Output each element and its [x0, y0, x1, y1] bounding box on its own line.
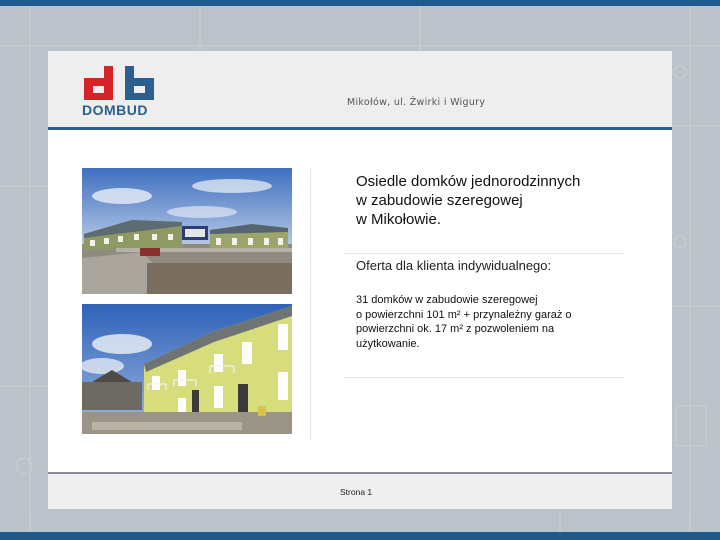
description-line: powierzchni ok. 17 m² z pozwoleniem na	[356, 323, 555, 335]
title-line: w Mikołowie.	[356, 211, 442, 228]
column-divider	[310, 168, 311, 440]
dombud-logo: DOMBUD	[80, 64, 160, 118]
photo-house-closeup	[82, 304, 292, 434]
description-line: o powierzchni 101 m² + przynależny garaż…	[356, 308, 572, 321]
description-line: 31 domków w zabudowie szeregowej	[356, 294, 538, 306]
offer-description: 31 domków w zabudowie szeregowej o powie…	[356, 293, 611, 351]
title-line: Osiedle domków jednorodzinnych	[356, 173, 581, 190]
photo-housing-estate-panorama	[82, 168, 292, 294]
bottom-accent-bar	[0, 532, 720, 540]
description-line: użytkowanie.	[356, 337, 420, 350]
header-location: Mikołów, ul. Żwirki i Wigury	[347, 97, 486, 108]
logo-text: DOMBUD	[82, 102, 148, 118]
header-band: DOMBUD Mikołów, ul. Żwirki i Wigury	[48, 51, 672, 127]
slide-page: DOMBUD Mikołów, ul. Żwirki i Wigury Osie…	[48, 51, 672, 509]
db-logo-icon	[84, 66, 154, 100]
offer-heading: Oferta dla klienta indywidualnego:	[356, 258, 552, 273]
estate-title: Osiedle domków jednorodzinnych w zabudow…	[356, 172, 656, 229]
title-line: w zabudowie szeregowej	[356, 192, 523, 209]
separator-line	[344, 377, 624, 378]
separator-line	[344, 253, 624, 254]
page-number: Strona 1	[340, 487, 373, 497]
footer-band: Strona 1	[48, 472, 672, 509]
header-divider	[48, 127, 672, 130]
